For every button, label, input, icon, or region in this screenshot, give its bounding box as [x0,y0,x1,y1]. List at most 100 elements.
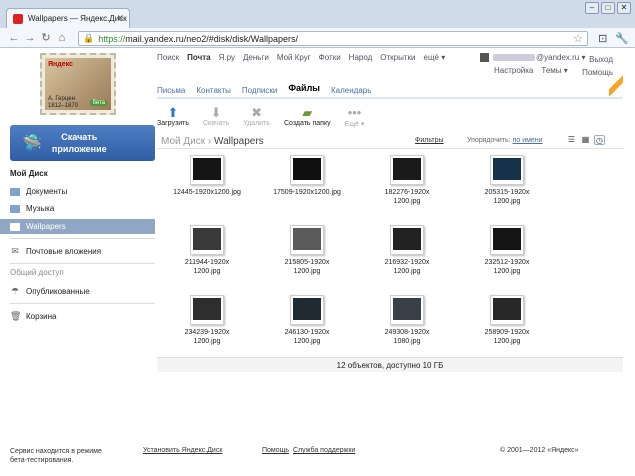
nav-moikrug[interactable]: Мой Круг [277,53,311,62]
download-app-button[interactable]: 🛸 Скачать приложение [10,125,155,161]
settings-link[interactable]: Настройка [494,66,533,75]
new-folder-button[interactable]: ▰ Создать папку [284,105,331,131]
sidebar-item-music[interactable]: Музыка [0,201,155,216]
nav-yaru[interactable]: Я.ру [219,53,235,62]
nav-fotki[interactable]: Фотки [319,53,341,62]
delete-button[interactable]: ✖ Удалить [243,105,270,131]
download-button[interactable]: ⬇ Скачать [203,105,229,131]
file-name[interactable]: 246130-1920x 1200.jpg [257,328,357,346]
file-thumbnail[interactable] [190,295,224,325]
thumbnail-image [193,298,221,320]
file-item[interactable]: 211944-1920x 1200.jpg [157,225,257,285]
sidebar-item-wallpapers[interactable]: Wallpapers [0,219,155,234]
file-item[interactable]: 216932-1920x 1200.jpg [357,225,457,285]
file-item[interactable]: 215805-1920x 1200.jpg [257,225,357,285]
file-item[interactable]: 182276-1920x 1200.jpg [357,155,457,215]
folder-icon [10,222,20,231]
nav-search[interactable]: Поиск [157,53,179,62]
status-bar: 12 объектов, доступно 10 ГБ [157,357,623,372]
breadcrumb-root[interactable]: Мой Диск [161,136,205,147]
file-name[interactable]: 17509-1920x1200.jpg [257,188,357,197]
file-name[interactable]: 182276-1920x 1200.jpg [357,188,457,206]
sidebar-item-attachments[interactable]: ✉ Почтовые вложения [0,244,155,259]
file-name-line: 1200.jpg [193,338,221,345]
maximize-icon[interactable]: □ [601,2,615,14]
new-folder-label: Создать папку [283,120,331,127]
file-name[interactable]: 249308-1920x 1080.jpg [357,328,457,346]
bookmark-star-icon[interactable]: ☆ [573,32,583,45]
footer-help-link[interactable]: Помощь [262,447,289,454]
nav-money[interactable]: Деньги [243,53,269,62]
file-thumbnail[interactable] [290,225,324,255]
exit-link[interactable]: Выход [582,53,613,66]
footer-note: Сервис находится в режиме бета-тестирова… [10,447,102,465]
file-name[interactable]: 215805-1920x 1200.jpg [257,258,357,276]
support-link[interactable]: Служба поддержки [293,447,355,454]
file-name-line: 216932-1920x [384,259,430,266]
file-name[interactable]: 234239-1920x 1200.jpg [157,328,257,346]
sidebar-item-documents[interactable]: Документы [0,184,155,199]
file-name[interactable]: 258909-1920x 1200.jpg [457,328,557,346]
file-name[interactable]: 232512-1920x 1200.jpg [457,258,557,276]
sidebar-item-trash[interactable]: 🗑 Корзина [0,309,155,324]
file-thumbnail[interactable] [190,225,224,255]
reload-icon[interactable]: ↻ [38,31,54,44]
close-tab-icon[interactable]: ✕ [116,13,124,24]
footer-note-line1: Сервис находится в режиме [10,448,102,455]
user-account[interactable]: @yandex.ru ▾ [480,53,586,62]
forward-icon[interactable]: → [22,32,38,44]
file-item[interactable]: 249308-1920x 1080.jpg [357,295,457,355]
file-thumbnail[interactable] [490,225,524,255]
more-button[interactable]: ••• Ещё ▾ [345,105,365,131]
wrench-icon[interactable]: 🔧 [615,32,629,45]
tab-files[interactable]: Файлы [288,83,320,98]
file-thumbnail[interactable] [390,225,424,255]
file-item[interactable]: 258909-1920x 1200.jpg [457,295,557,355]
back-icon[interactable]: ← [6,32,22,44]
file-name[interactable]: 211944-1920x 1200.jpg [157,258,257,276]
file-name[interactable]: 216932-1920x 1200.jpg [357,258,457,276]
nav-narod[interactable]: Народ [349,53,373,62]
upload-button[interactable]: ⬆ Загрузить [157,105,189,131]
file-thumbnail[interactable] [290,155,324,185]
close-window-icon[interactable]: ✕ [617,2,631,14]
browser-tab[interactable]: Wallpapers — Яндекс.Диск ✕ [6,8,130,28]
minimize-icon[interactable]: – [585,2,599,14]
file-thumbnail[interactable] [490,155,524,185]
divider [157,148,623,149]
file-item[interactable]: 17509-1920x1200.jpg [257,155,357,215]
nav-mail[interactable]: Почта [187,53,210,62]
thumbnail-view-icon[interactable]: ◷ [594,135,605,145]
grid-view-icon[interactable]: ▦ [580,135,591,145]
file-item[interactable]: 246130-1920x 1200.jpg [257,295,357,355]
file-item[interactable]: 234239-1920x 1200.jpg [157,295,257,355]
sidebar-title[interactable]: Мой Диск [10,169,48,178]
file-name-line: 1200.jpg [493,198,521,205]
yandex-logo-stamp[interactable]: Яндекс А. Герцен 1812–1870 бета [40,53,116,115]
file-item[interactable]: 205315-1920x 1200.jpg [457,155,557,215]
file-name[interactable]: 205315-1920x 1200.jpg [457,188,557,206]
nav-more[interactable]: ещё ▾ [424,53,446,62]
extension-icon[interactable]: ⊡ [598,32,607,45]
file-name[interactable]: 12445-1920x1200.jpg [157,188,257,197]
nav-cards[interactable]: Открытки [380,53,415,62]
list-view-icon[interactable]: ☰ [566,135,577,145]
home-icon[interactable]: ⌂ [54,32,70,44]
sort-control: Упорядочить: по имени [467,137,543,144]
file-thumbnail[interactable] [490,295,524,325]
install-disk-link[interactable]: Установить Яндекс.Диск [143,447,222,454]
filters-link[interactable]: Фильтры [415,137,444,144]
file-item[interactable]: 232512-1920x 1200.jpg [457,225,557,285]
file-thumbnail[interactable] [190,155,224,185]
thumbnail-image [393,228,421,250]
file-item[interactable]: 12445-1920x1200.jpg [157,155,257,215]
file-thumbnail[interactable] [390,155,424,185]
themes-link[interactable]: Темы ▾ [541,66,567,75]
logo-years: 1812–1870 [48,103,79,109]
file-thumbnail[interactable] [290,295,324,325]
sidebar-item-published[interactable]: ☂ Опубликованные [0,284,155,299]
browser-titlebar: Wallpapers — Яндекс.Диск ✕ – □ ✕ [0,0,635,28]
file-thumbnail[interactable] [390,295,424,325]
address-bar[interactable]: 🔒 https:// mail.yandex.ru/neo2/#disk/dis… [78,31,588,46]
sort-value[interactable]: по имени [513,137,543,144]
